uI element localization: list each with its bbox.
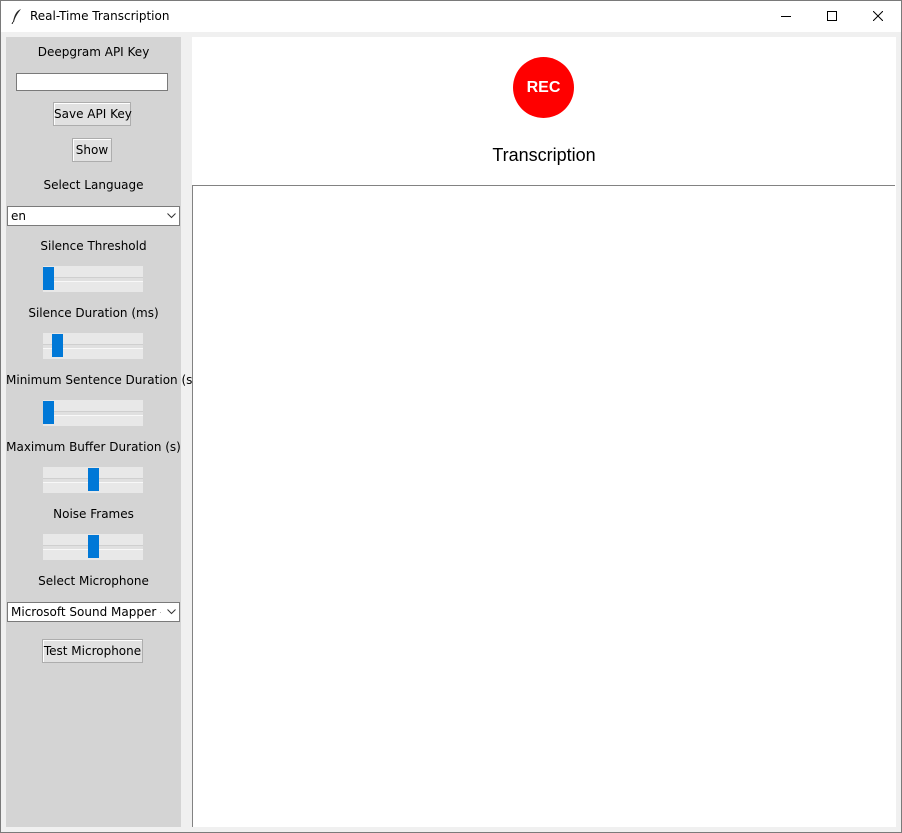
microphone-value: Microsoft Sound Mapper - Ir <box>11 605 161 619</box>
minimize-button[interactable] <box>763 1 809 32</box>
min-sentence-duration-label: Minimum Sentence Duration (s) <box>6 373 198 387</box>
slider-track <box>43 411 143 416</box>
chevron-down-icon <box>167 213 176 219</box>
silence-duration-label: Silence Duration (ms) <box>28 306 159 320</box>
noise-frames-slider[interactable] <box>43 534 143 560</box>
microphone-select[interactable]: Microsoft Sound Mapper - Ir <box>7 602 180 622</box>
chevron-down-icon <box>167 609 176 615</box>
feather-icon <box>10 8 24 25</box>
slider-thumb[interactable] <box>43 401 54 424</box>
max-buffer-duration-label: Maximum Buffer Duration (s) <box>6 440 181 454</box>
max-buffer-duration-slider[interactable] <box>43 467 143 493</box>
slider-thumb[interactable] <box>52 334 63 357</box>
slider-track <box>43 277 143 282</box>
test-microphone-button[interactable]: Test Microphone <box>42 639 143 663</box>
slider-thumb[interactable] <box>43 267 54 290</box>
slider-thumb[interactable] <box>88 535 99 558</box>
maximize-button[interactable] <box>809 1 855 32</box>
app-window: Real-Time Transcription Deepgram API Key… <box>0 0 902 833</box>
window-title: Real-Time Transcription <box>30 9 170 23</box>
api-key-input[interactable] <box>16 73 168 91</box>
api-key-label: Deepgram API Key <box>37 45 150 59</box>
min-sentence-duration-slider[interactable] <box>43 400 143 426</box>
language-select[interactable]: en <box>7 206 180 226</box>
settings-sidebar: Deepgram API Key Save API Key Show Selec… <box>6 37 198 827</box>
silence-threshold-slider[interactable] <box>43 266 143 292</box>
minimize-icon <box>781 16 791 17</box>
transcription-textarea[interactable] <box>192 185 895 827</box>
language-label: Select Language <box>43 178 144 192</box>
noise-frames-label: Noise Frames <box>53 507 134 521</box>
microphone-label: Select Microphone <box>38 574 149 588</box>
language-value: en <box>11 209 26 223</box>
close-button[interactable] <box>855 1 901 32</box>
record-button[interactable]: REC <box>513 57 574 118</box>
show-key-button[interactable]: Show <box>72 138 112 162</box>
save-api-key-button[interactable]: Save API Key <box>53 102 132 126</box>
title-bar[interactable]: Real-Time Transcription <box>1 1 901 32</box>
silence-threshold-label: Silence Threshold <box>40 239 147 253</box>
transcription-panel: REC Transcription <box>192 37 896 827</box>
maximize-icon <box>827 11 837 21</box>
slider-thumb[interactable] <box>88 468 99 491</box>
close-icon <box>873 11 883 21</box>
silence-duration-slider[interactable] <box>43 333 143 359</box>
transcription-title: Transcription <box>492 145 596 165</box>
